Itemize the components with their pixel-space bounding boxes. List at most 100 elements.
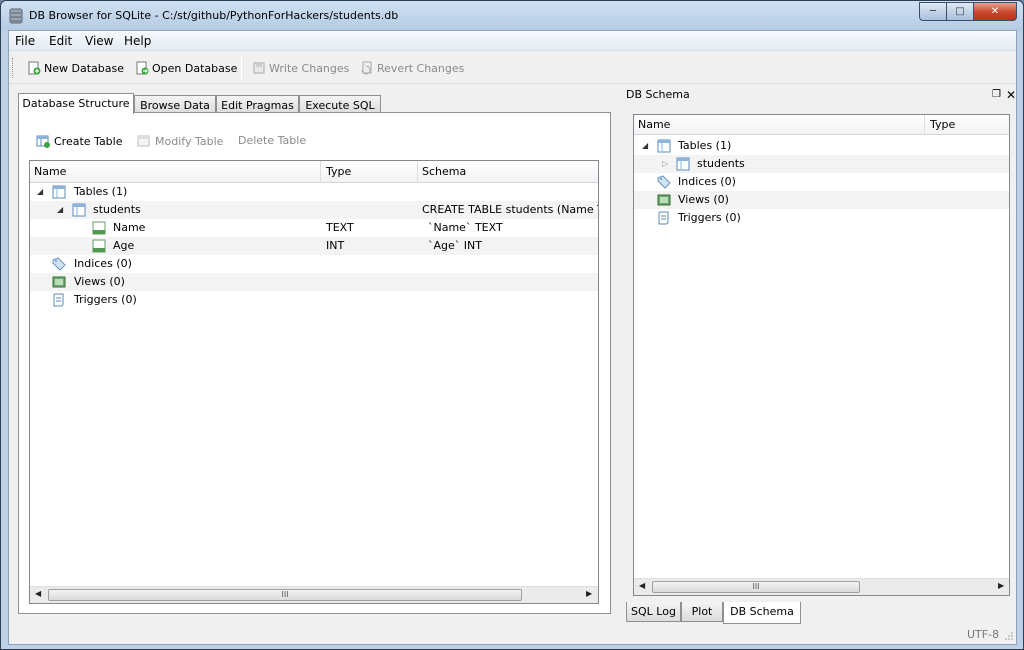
schema-row-triggers[interactable]: Triggers (0) [634,209,1009,227]
dock-close-icon[interactable]: ✕ [1006,88,1016,102]
write-changes-icon [253,62,265,74]
tab-sql-log[interactable]: SQL Log [626,602,681,622]
schema-label-triggers: Triggers (0) [678,211,741,224]
schema-row-views[interactable]: Views (0) [634,191,1009,209]
menu-bar: File Edit View Help [9,31,1016,51]
table-icon [676,157,690,171]
open-database-label: Open Database [152,61,238,75]
create-table-icon [36,135,50,148]
scroll-right-icon[interactable]: ▶ [998,581,1004,590]
schema-horizontal-scrollbar[interactable]: ◀ III ▶ [634,578,1009,595]
tree-label-triggers: Triggers (0) [74,293,137,306]
resize-grip-icon[interactable] [1004,631,1014,641]
tree-label-indices: Indices (0) [74,257,132,270]
create-table-label: Create Table [54,134,123,148]
column-divider[interactable] [924,115,925,135]
tree-row-students[interactable]: ◢ students CREATE TABLE students (Name T… [30,201,598,219]
delete-table-button[interactable]: Delete Table [238,134,306,147]
horizontal-scrollbar[interactable]: ◀ III ▶ [30,586,598,603]
index-tag-icon [52,257,66,271]
tree-row-tables[interactable]: ◢ Tables (1) [30,183,598,201]
new-database-button[interactable]: New Database [27,61,124,75]
trigger-script-icon [658,211,669,225]
write-changes-button[interactable]: Write Changes [252,61,349,75]
scroll-left-icon[interactable]: ◀ [35,589,41,598]
maximize-icon: □ [955,6,965,17]
tree-row-triggers[interactable]: Triggers (0) [30,291,598,309]
scroll-left-icon[interactable]: ◀ [639,581,645,590]
tables-icon [657,139,671,153]
revert-changes-button[interactable]: Revert Changes [360,61,464,75]
close-button[interactable]: ✕ [973,2,1017,21]
title-bar[interactable]: DB Browser for SQLite - C:/st/github/Pyt… [1,1,1023,31]
column-header-schema[interactable]: Schema [422,165,466,178]
scrollbar-thumb[interactable]: III [652,581,860,593]
tab-plot[interactable]: Plot [681,602,723,622]
toolbar-grip[interactable] [12,58,15,78]
column-divider[interactable] [320,161,321,183]
menu-help[interactable]: Help [124,34,151,48]
field-icon [92,221,106,235]
tab-execute-sql[interactable]: Execute SQL [299,95,381,113]
tree-schema-field-name: `Name` TEXT [428,221,503,234]
tab-db-schema[interactable]: DB Schema [723,602,801,624]
modify-table-button[interactable]: Modify Table [137,134,223,148]
column-header-type[interactable]: Type [326,165,351,178]
schema-label-students: students [697,157,745,170]
modify-table-icon [137,135,150,147]
tab-edit-pragmas[interactable]: Edit Pragmas [216,95,299,113]
collapse-arrow-icon[interactable]: ◢ [57,205,63,214]
expand-arrow-icon[interactable]: ▷ [662,159,668,168]
index-tag-icon [657,175,671,189]
schema-column-name[interactable]: Name [638,118,670,131]
revert-changes-label: Revert Changes [377,61,465,75]
new-database-icon [28,61,41,75]
schema-row-tables[interactable]: ◢ Tables (1) [634,137,1009,155]
write-changes-label: Write Changes [269,61,350,75]
tab-browse-data[interactable]: Browse Data [134,95,216,113]
open-database-icon [136,61,149,75]
scrollbar-thumb[interactable]: III [48,589,522,601]
tree-label-views: Views (0) [74,275,125,288]
modify-table-label: Modify Table [155,134,224,148]
collapse-arrow-icon[interactable]: ◢ [37,187,43,196]
create-table-button[interactable]: Create Table [36,134,123,148]
menu-file[interactable]: File [15,34,35,48]
tree-row-views[interactable]: Views (0) [30,273,598,291]
column-divider[interactable] [417,161,418,183]
column-header-name[interactable]: Name [34,165,66,178]
tab-database-structure[interactable]: Database Structure [18,93,134,114]
structure-tree-header: Name Type Schema [30,161,598,183]
structure-tree[interactable]: Name Type Schema ◢ Tables (1) ◢ students… [29,160,599,604]
close-icon: ✕ [990,6,1000,17]
revert-changes-icon [361,61,372,75]
new-database-label: New Database [44,61,124,75]
minimize-button[interactable]: ─ [919,2,947,21]
collapse-arrow-icon[interactable]: ◢ [642,141,648,150]
minimize-icon: ─ [929,6,937,17]
view-icon [52,276,66,288]
schema-row-students[interactable]: ▷ students [634,155,1009,173]
encoding-status: UTF-8 [967,628,1000,641]
view-icon [657,194,671,206]
menu-edit[interactable]: Edit [49,34,72,48]
schema-row-indices[interactable]: Indices (0) [634,173,1009,191]
toolbar-separator [241,57,242,79]
tree-label-field-name: Name [113,221,146,234]
tree-row-indices[interactable]: Indices (0) [30,255,598,273]
main-toolbar: New Database Open Database Write Changes [9,52,1016,84]
schema-tree-header: Name Type [634,115,1009,135]
schema-label-tables: Tables (1) [678,139,732,152]
maximize-button[interactable]: □ [946,2,974,21]
tree-row-field-name[interactable]: Name TEXT `Name` TEXT [30,219,598,237]
scroll-right-icon[interactable]: ▶ [586,589,592,598]
schema-column-type[interactable]: Type [930,118,955,131]
float-icon[interactable]: ❐ [992,89,1001,100]
schema-tree[interactable]: Name Type ◢ Tables (1) ▷ students Indice… [633,114,1010,596]
open-database-button[interactable]: Open Database [135,61,237,75]
menu-view[interactable]: View [85,34,113,48]
tree-row-field-age[interactable]: Age INT `Age` INT [30,237,598,255]
trigger-script-icon [53,293,64,307]
tree-label-students: students [93,203,141,216]
database-structure-panel: Create Table Modify Table Delete Table N… [18,112,611,614]
